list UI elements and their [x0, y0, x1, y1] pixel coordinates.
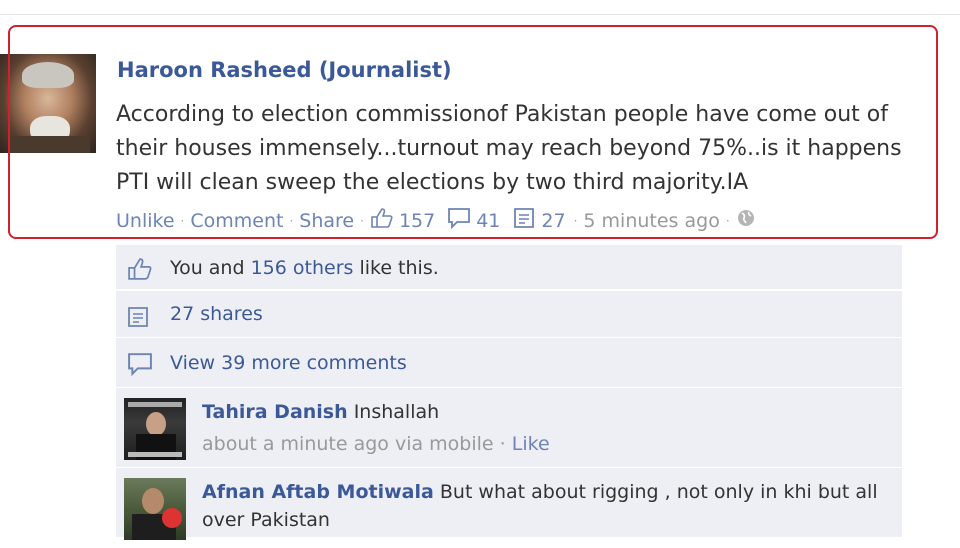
commenter-avatar[interactable] — [124, 398, 186, 460]
commenter-name[interactable]: Afnan Aftab Motiwala — [202, 481, 434, 503]
thumbs-up-icon[interactable] — [370, 207, 394, 234]
others-liked-link[interactable]: 156 others — [251, 257, 354, 279]
comment-item: Tahira Danish Inshallah about a minute a… — [116, 388, 902, 468]
comment-link[interactable]: Comment — [190, 210, 283, 232]
separator-dot: · — [180, 213, 185, 228]
commenter-name[interactable]: Tahira Danish — [202, 401, 348, 423]
comment-bubble-icon[interactable] — [447, 207, 471, 234]
commenter-avatar[interactable] — [124, 478, 186, 540]
likes-summary-text: You and 156 others like this. — [170, 257, 439, 279]
comment-meta: about a minute ago via mobile · Like — [202, 430, 892, 458]
comment-like-link[interactable]: Like — [512, 433, 550, 455]
likes-summary-row: You and 156 others like this. — [116, 245, 902, 290]
likes-you-and: You and — [170, 257, 251, 279]
separator-dot: · — [573, 213, 578, 228]
share-icon — [126, 305, 150, 334]
feedback-panel: You and 156 others like this. 27 shares … — [116, 245, 902, 540]
share-icon[interactable] — [512, 207, 536, 234]
separator-dot: · — [725, 213, 730, 228]
separator-dot: · — [289, 213, 294, 228]
comment-text: Inshallah — [347, 401, 440, 423]
view-more-comments-link[interactable]: View 39 more comments — [170, 352, 407, 374]
unlike-link[interactable]: Unlike — [116, 210, 175, 232]
comment-item: Afnan Aftab Motiwala But what about rigg… — [116, 468, 902, 540]
comment-body: Tahira Danish Inshallah about a minute a… — [202, 398, 892, 458]
comment-count[interactable]: 41 — [476, 210, 500, 232]
shares-link[interactable]: 27 shares — [170, 303, 263, 325]
separator-dot: · — [360, 213, 364, 228]
like-count[interactable]: 157 — [399, 210, 435, 232]
post-author-name[interactable]: Haroon Rasheed (Journalist) — [117, 58, 452, 82]
post-action-bar: Unlike · Comment · Share · 157 41 27 · 5… — [116, 207, 756, 234]
share-link[interactable]: Share — [299, 210, 354, 232]
comment-bubble-icon — [126, 352, 154, 381]
comment-body: Afnan Aftab Motiwala But what about rigg… — [202, 478, 892, 534]
shares-row[interactable]: 27 shares — [116, 290, 902, 338]
comment-timestamp[interactable]: about a minute ago via mobile — [202, 433, 494, 455]
post-message: According to election commissionof Pakis… — [116, 102, 902, 195]
globe-icon[interactable] — [736, 208, 756, 233]
post-timestamp[interactable]: 5 minutes ago — [583, 210, 719, 232]
thumbs-up-icon — [126, 257, 154, 286]
separator-dot: · — [499, 433, 512, 455]
top-divider — [0, 14, 960, 15]
likes-like-this: like this. — [353, 257, 439, 279]
share-count[interactable]: 27 — [541, 210, 565, 232]
view-more-comments-row[interactable]: View 39 more comments — [116, 338, 902, 388]
